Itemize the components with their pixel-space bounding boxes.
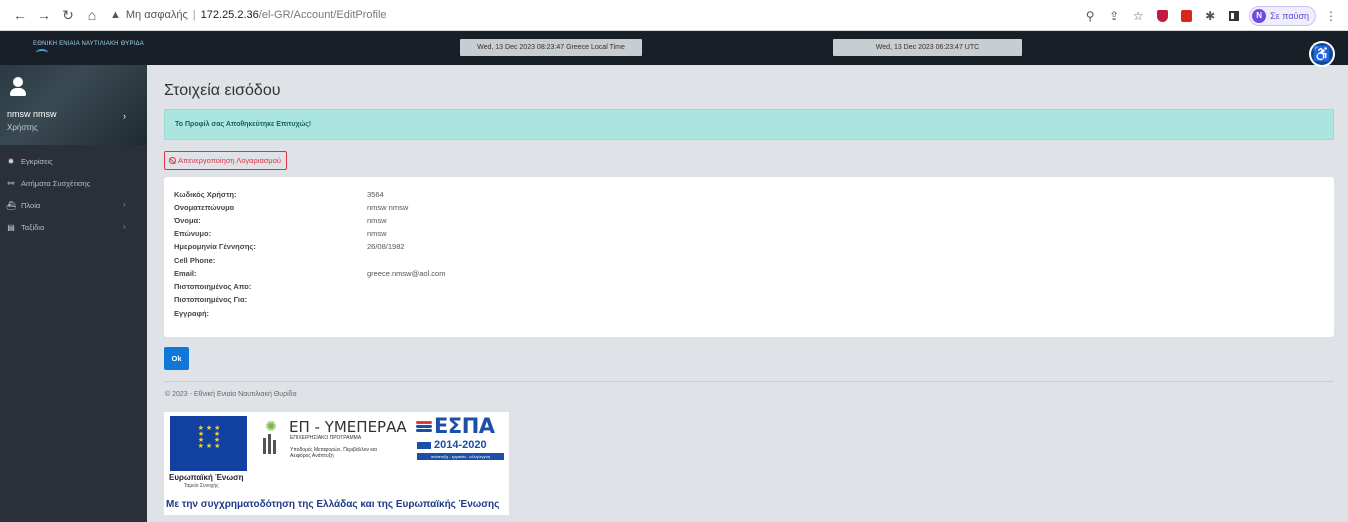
field-label: Πιστοποιημένος Απο: bbox=[174, 282, 252, 291]
eu-name: Ευρωπαϊκή Ένωση bbox=[169, 473, 244, 482]
utc-time-display: Wed, 13 Dec 2023 06:23:47 UTC bbox=[833, 39, 1022, 56]
espa-waves-icon bbox=[416, 421, 432, 435]
field-label: Email: bbox=[174, 269, 197, 278]
sidebar-item-label: Εγκρίσεις bbox=[21, 156, 53, 166]
cofunding-text: Με την συγχρηματοδότηση της Ελλάδας και … bbox=[166, 499, 500, 510]
gear-icon: ✹ bbox=[7, 156, 15, 166]
ship-icon: ⛴ bbox=[6, 200, 17, 210]
field-value: nmsw bbox=[367, 229, 387, 238]
field-value: 26/08/1982 bbox=[367, 242, 405, 251]
pdf-extension-icon[interactable] bbox=[1177, 7, 1195, 25]
user-name: nmsw nmsw bbox=[7, 109, 57, 119]
sidebar-menu: ✹ Εγκρίσεις ⚯ Αιτήματα Συσχέτισης ⛴ Πλοί… bbox=[0, 150, 147, 238]
field-value: greece.nmsw@aol.com bbox=[367, 269, 446, 278]
security-label: Μη ασφαλής bbox=[125, 9, 188, 21]
field-label: Cell Phone: bbox=[174, 256, 216, 265]
ep-program: ΕΠΙΧΕΙΡΗΣΙΑΚΟ ΠΡΟΓΡΑΜΜΑ bbox=[290, 435, 362, 441]
profile-details-card: Κωδικός Χρήστη: 3564 Ονοματεπώνυμο nmsw nm… bbox=[164, 177, 1334, 337]
chevron-right-icon: › bbox=[123, 222, 126, 231]
kebab-menu-icon[interactable]: ⋮ bbox=[1322, 7, 1340, 25]
home-icon[interactable]: ⌂ bbox=[84, 7, 100, 23]
field-value: nmsw nmsw bbox=[367, 203, 409, 212]
greek-flag-icon bbox=[417, 442, 431, 449]
sidebar-item-label: Αιτήματα Συσχέτισης bbox=[21, 178, 91, 188]
extensions-puzzle-icon[interactable]: ✱ bbox=[1201, 7, 1219, 25]
field-label: Επώνυμο: bbox=[174, 229, 212, 238]
warning-icon: ▲ bbox=[110, 9, 121, 21]
share-icon[interactable]: ⇪ bbox=[1105, 7, 1123, 25]
copyright-text: © 2023 - Εθνική Ενιαία Ναυτιλιακή Θυρίδα bbox=[165, 391, 297, 398]
eu-flag-icon: ★ ★ ★ ★ ★ ★ ★ ★ ★ ★ bbox=[170, 416, 247, 471]
profile-label: Σε παύση bbox=[1270, 11, 1309, 21]
url-path: /el-GR/Account/EditProfile bbox=[258, 9, 387, 21]
reload-icon[interactable]: ↻ bbox=[60, 7, 76, 23]
eu-fund: Ταμείο Συνοχής bbox=[184, 483, 219, 489]
sidebar: nmsw nmsw Χρήστης › ✹ Εγκρίσεις ⚯ Αιτήμα… bbox=[0, 65, 147, 522]
field-label: Ονοματεπώνυμο bbox=[174, 203, 235, 212]
field-label: Πιστοποιημένος Για: bbox=[174, 295, 248, 304]
espa-tagline: ανάπτυξη - εργασία - αλληλεγγύη bbox=[417, 453, 504, 460]
field-label: Ημερομηνία Γέννησης: bbox=[174, 242, 256, 251]
sidebar-item-voyages[interactable]: ▤ Ταξίδια › bbox=[0, 216, 147, 238]
success-alert: Το Προφίλ σας Αποθηκεύτηκε Επιτυχώς! bbox=[164, 109, 1334, 140]
espa-title: ΕΣΠΑ bbox=[434, 414, 495, 438]
bookmark-star-icon[interactable]: ☆ bbox=[1129, 7, 1147, 25]
ban-icon bbox=[169, 157, 176, 164]
url-host: 172.25.2.36 bbox=[200, 9, 259, 21]
user-panel[interactable]: nmsw nmsw Χρήστης › bbox=[0, 65, 147, 145]
adblock-shield-icon[interactable] bbox=[1153, 7, 1171, 25]
sidepanel-icon[interactable] bbox=[1225, 7, 1243, 25]
logo-swoosh-icon bbox=[36, 49, 48, 57]
field-value: 3564 bbox=[367, 190, 384, 199]
address-separator: | bbox=[192, 9, 196, 21]
site-logo[interactable]: ΕΘΝΙΚΗ ΕΝΙΑΙΑ ΝΑΥΤΙΛΙΑΚΗ ΘΥΡΙΔΑ bbox=[33, 41, 144, 47]
profile-avatar: N bbox=[1252, 9, 1267, 23]
link-icon: ⚯ bbox=[7, 178, 15, 188]
chevron-right-icon: › bbox=[123, 200, 126, 209]
espa-years: 2014-2020 bbox=[434, 439, 487, 451]
sidebar-item-label: Πλοία bbox=[21, 200, 41, 210]
browser-actions: ⚲ ⇪ ☆ ✱ N Σε παύση ⋮ bbox=[1075, 6, 1340, 26]
deactivate-account-button[interactable]: Απενεργοποίηση Λογαριασμού bbox=[164, 151, 288, 170]
field-label: Κωδικός Χρήστη: bbox=[174, 190, 237, 199]
funding-banner: ★ ★ ★ ★ ★ ★ ★ ★ ★ ★ Ευρωπαϊκή Ένωση Ταμείο … bbox=[164, 412, 509, 515]
ep-logo-icon: ✺ bbox=[257, 418, 285, 454]
ep-description: Υποδομές Μεταφορών, Περιβάλλον και Αειφό… bbox=[290, 447, 377, 459]
sidebar-item-approvals[interactable]: ✹ Εγκρίσεις bbox=[0, 150, 147, 172]
footer-divider bbox=[164, 381, 1334, 382]
accessibility-icon[interactable]: ♿ bbox=[1309, 41, 1335, 67]
sidebar-item-association-requests[interactable]: ⚯ Αιτήματα Συσχέτισης bbox=[0, 172, 147, 194]
zoom-icon[interactable]: ⚲ bbox=[1081, 7, 1099, 25]
ok-button[interactable]: Ok bbox=[164, 347, 189, 370]
back-arrow-icon[interactable]: ← bbox=[12, 7, 28, 23]
app-header: ΕΘΝΙΚΗ ΕΝΙΑΙΑ ΝΑΥΤΙΛΙΑΚΗ ΘΥΡΙΔΑ Wed, 13 … bbox=[0, 31, 1348, 65]
forward-arrow-icon[interactable]: → bbox=[36, 7, 52, 23]
page-title: Στοιχεία εισόδου bbox=[164, 82, 281, 99]
user-avatar-icon bbox=[10, 77, 26, 97]
calendar-icon: ▤ bbox=[7, 222, 15, 232]
ep-title: ΕΠ - ΥΜΕΠΕΡΑΑ bbox=[289, 418, 407, 436]
profile-chip[interactable]: N Σε παύση bbox=[1249, 6, 1316, 26]
browser-toolbar: ← → ↻ ⌂ ▲ Μη ασφαλής | 172.25.2.36 /el-G… bbox=[0, 0, 1348, 31]
deactivate-label: Απενεργοποίηση Λογαριασμού bbox=[178, 156, 282, 165]
local-time-display: Wed, 13 Dec 2023 08:23:47 Greece Local T… bbox=[460, 39, 642, 56]
sidebar-item-label: Ταξίδια bbox=[21, 222, 45, 232]
field-label: Όνομα: bbox=[174, 216, 201, 225]
main-content: Στοιχεία εισόδου Το Προφίλ σας Αποθηκεύτ… bbox=[147, 65, 1348, 522]
chevron-right-icon[interactable]: › bbox=[123, 111, 126, 121]
field-label: Εγγραφή: bbox=[174, 309, 210, 318]
address-bar[interactable]: ▲ Μη ασφαλής | 172.25.2.36 /el-GR/Accoun… bbox=[110, 9, 387, 21]
user-role: Χρήστης bbox=[7, 123, 38, 132]
sidebar-item-ships[interactable]: ⛴ Πλοία › bbox=[0, 194, 147, 216]
field-value: nmsw bbox=[367, 216, 387, 225]
